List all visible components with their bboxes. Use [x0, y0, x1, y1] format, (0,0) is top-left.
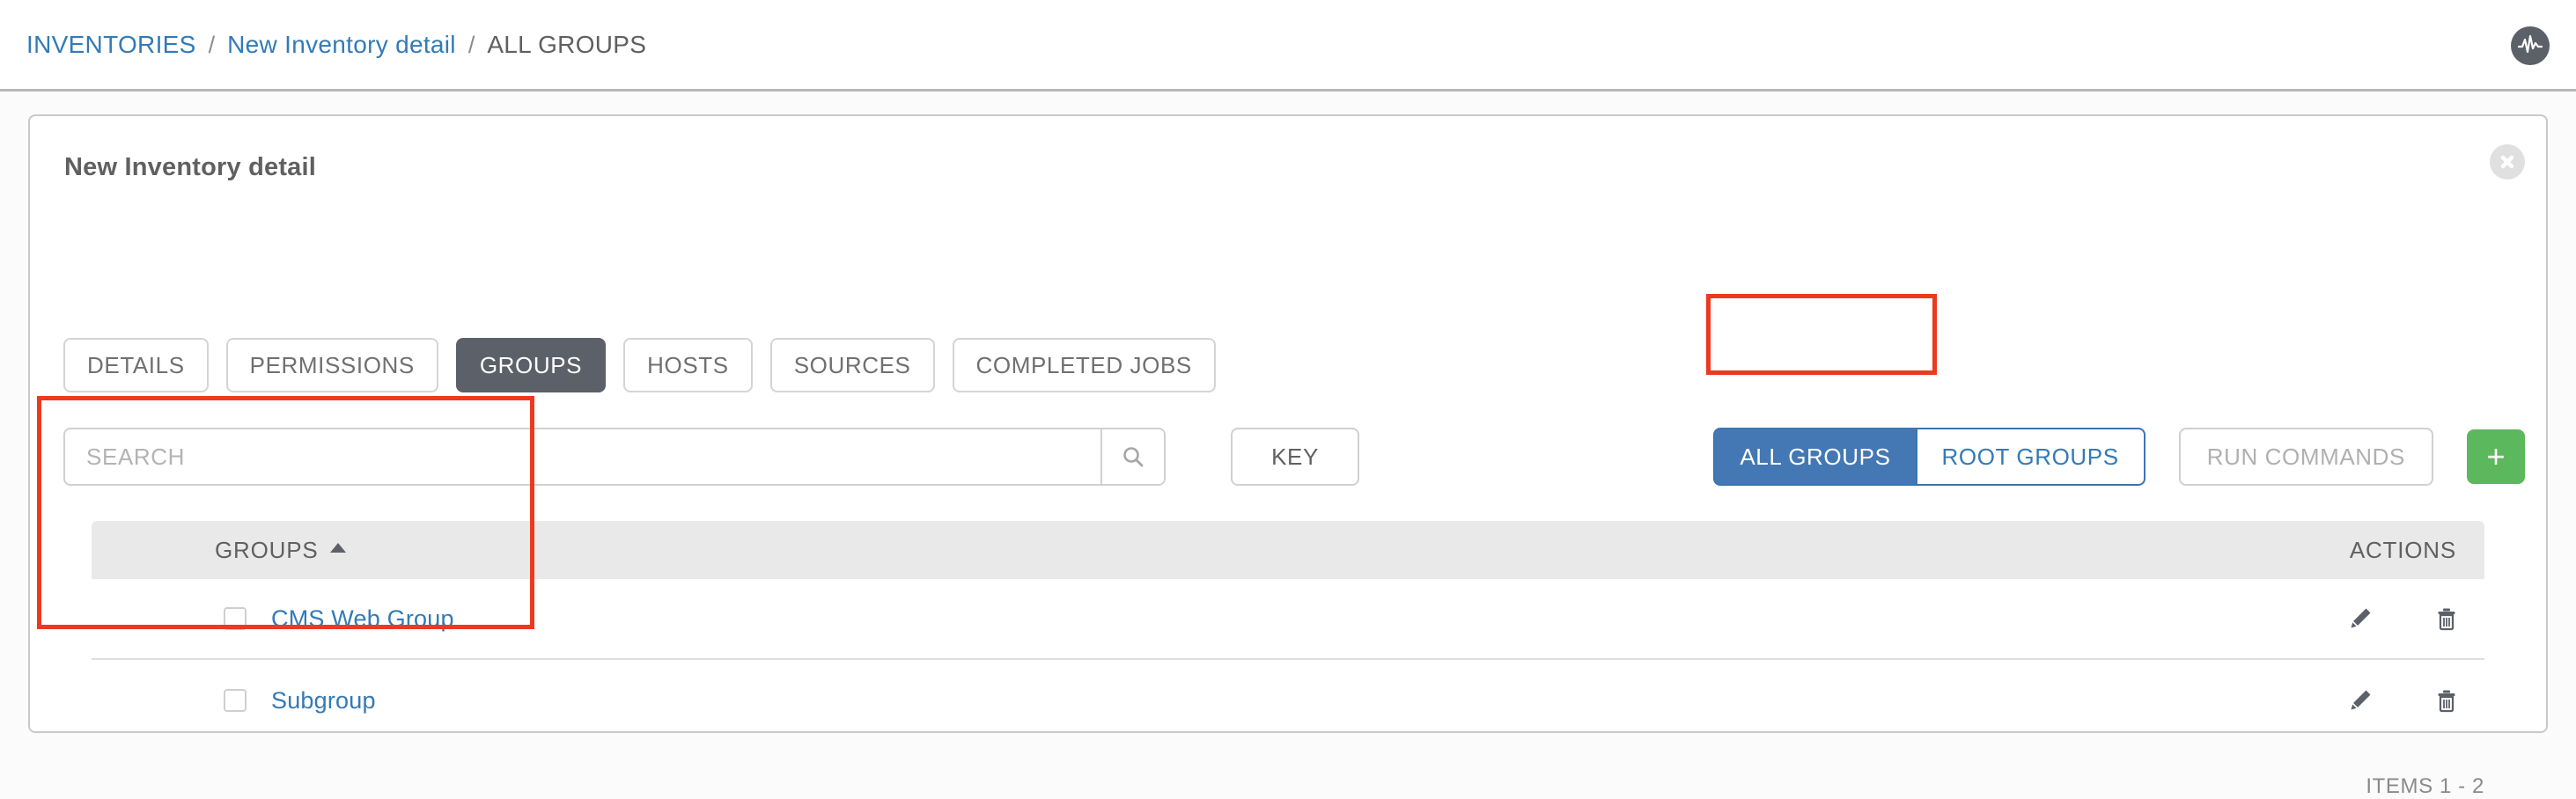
all-groups-button[interactable]: ALL GROUPS	[1713, 428, 1916, 486]
items-count: ITEMS 1 - 2	[2366, 774, 2484, 798]
table-row: Subgroup	[92, 660, 2484, 741]
column-header-groups[interactable]: GROUPS	[215, 536, 347, 564]
table-header-row: GROUPS ACTIONS	[92, 521, 2484, 579]
tab-sources[interactable]: SOURCES	[769, 338, 935, 392]
search-input[interactable]	[65, 429, 1100, 484]
trash-icon[interactable]	[2433, 687, 2460, 714]
groups-scope-toggle: ALL GROUPS ROOT GROUPS	[1713, 428, 2145, 486]
group-link[interactable]: CMS Web Group	[271, 605, 454, 633]
add-group-button[interactable]: +	[2467, 429, 2525, 484]
breadcrumb-item-new-inventory-detail[interactable]: New Inventory detail	[227, 31, 456, 59]
table-row: CMS Web Group	[92, 579, 2484, 660]
breadcrumb-separator: /	[467, 31, 475, 58]
search-icon[interactable]	[1100, 429, 1164, 484]
inventory-detail-card: New Inventory detail DETAILS PERMISSIONS…	[28, 114, 2548, 798]
groups-table: GROUPS ACTIONS CMS Web Group Subgroup	[92, 521, 2484, 741]
toolbar-right-group: ALL GROUPS ROOT GROUPS RUN COMMANDS +	[1713, 428, 2525, 486]
row-actions	[2347, 605, 2460, 632]
caret-up-icon	[330, 543, 347, 553]
pulse-waveform-icon	[2511, 26, 2550, 65]
breadcrumb-bar: INVENTORIES / New Inventory detail / ALL…	[0, 0, 2576, 92]
root-groups-button[interactable]: ROOT GROUPS	[1915, 428, 2145, 486]
detail-tabs: DETAILS PERMISSIONS GROUPS HOSTS SOURCES…	[63, 338, 1216, 392]
tab-hosts[interactable]: HOSTS	[623, 338, 753, 392]
pencil-icon[interactable]	[2347, 687, 2374, 714]
breadcrumb-item-all-groups: ALL GROUPS	[487, 30, 647, 58]
search-field-wrapper	[63, 428, 1166, 486]
row-checkbox[interactable]	[224, 607, 247, 630]
pencil-icon[interactable]	[2347, 605, 2374, 632]
run-commands-button[interactable]: RUN COMMANDS	[2178, 428, 2433, 486]
breadcrumb: INVENTORIES / New Inventory detail / ALL…	[0, 31, 646, 59]
row-checkbox[interactable]	[224, 689, 247, 712]
row-actions	[2347, 687, 2460, 714]
tab-groups[interactable]: GROUPS	[455, 338, 607, 392]
column-header-actions: ACTIONS	[2349, 536, 2456, 563]
close-icon[interactable]	[2490, 144, 2525, 180]
group-link[interactable]: Subgroup	[271, 687, 376, 715]
column-header-groups-label: GROUPS	[215, 536, 319, 563]
page-title: New Inventory detail	[64, 153, 317, 181]
tab-completed-jobs[interactable]: COMPLETED JOBS	[952, 338, 1216, 392]
key-button[interactable]: KEY	[1231, 428, 1359, 486]
breadcrumb-separator: /	[208, 31, 216, 58]
trash-icon[interactable]	[2433, 605, 2460, 632]
plus-icon: +	[2486, 438, 2506, 474]
breadcrumb-item-inventories[interactable]: INVENTORIES	[26, 31, 196, 59]
tab-permissions[interactable]: PERMISSIONS	[225, 338, 438, 392]
tab-details[interactable]: DETAILS	[63, 338, 209, 392]
groups-toolbar: KEY ALL GROUPS ROOT GROUPS RUN COMMANDS …	[63, 428, 2525, 486]
